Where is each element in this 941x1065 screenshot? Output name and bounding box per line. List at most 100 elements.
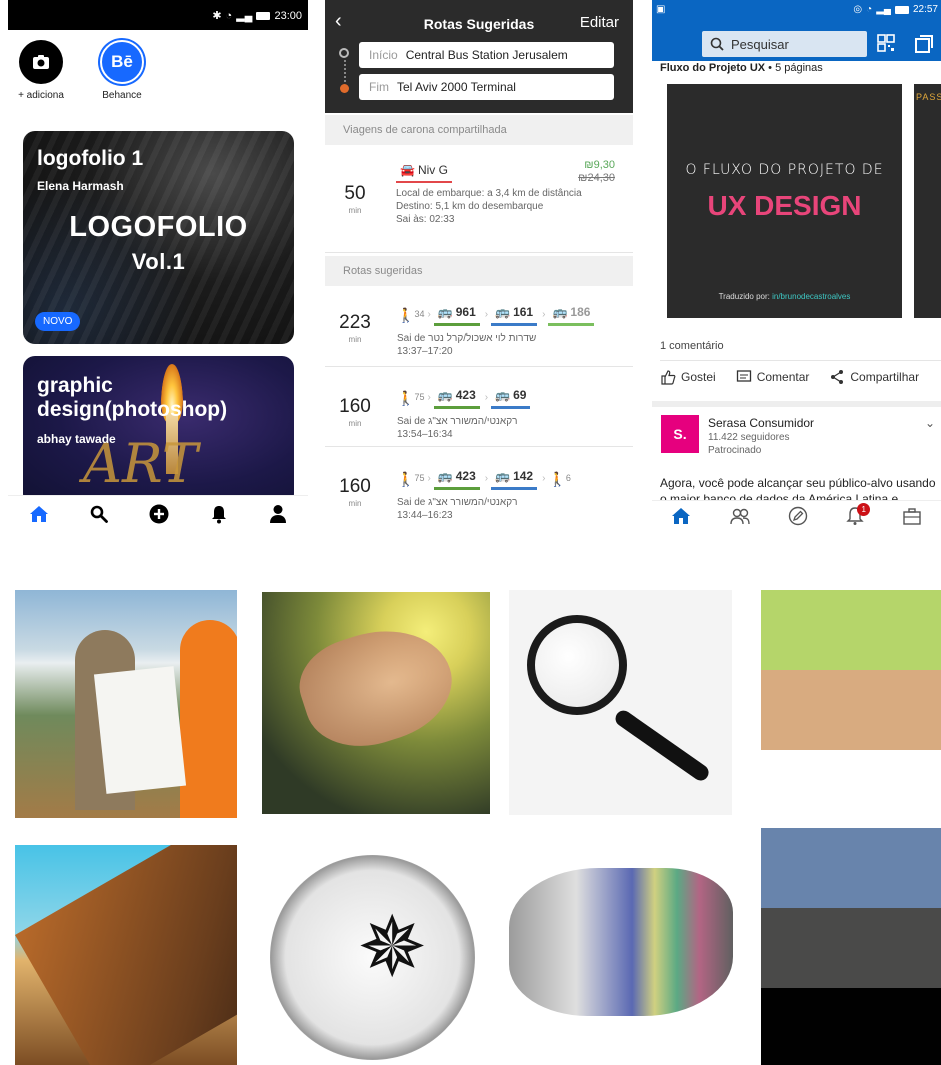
- bus-line-badge: 🚌 69: [491, 387, 531, 409]
- app-header: ▣ ◎ ◔ ▂▄ 22:57 Pesquisar: [652, 0, 941, 61]
- document-pages: • 5 páginas: [765, 62, 823, 74]
- rideshare-operator: 🚘 Niv G: [396, 161, 452, 183]
- chevron-right-icon: ›: [484, 392, 489, 404]
- original-price: ₪24,30: [578, 172, 615, 184]
- behance-story[interactable]: Bē Behance: [92, 40, 152, 101]
- feed-divider: [652, 401, 941, 407]
- bluetooth-icon: ✱: [212, 10, 222, 22]
- project-author: abhay tawade: [37, 432, 116, 446]
- search-placeholder: Pesquisar: [731, 36, 789, 52]
- qr-code-icon[interactable]: [876, 33, 896, 53]
- duration-unit: min: [348, 335, 362, 344]
- route-option[interactable]: 160 min 🚶 75 › 🚌 423 › 🚌 142 › 🚶 6 Sai de רק…: [325, 450, 633, 530]
- document-title: Fluxo do Projeto UX: [660, 62, 766, 74]
- new-badge: NOVO: [35, 312, 81, 331]
- bus-icon: 🚌: [437, 469, 453, 483]
- discounted-price: ₪9,30: [584, 159, 615, 171]
- slide-credit: Traduzido por: in/brunodecastroalves: [718, 292, 851, 301]
- duration-unit: min: [348, 499, 362, 508]
- search-input[interactable]: Pesquisar: [702, 31, 867, 57]
- bus-line-badge: 🚌 142: [491, 468, 538, 490]
- linkedin-app-screenshot: ▣ ◎ ◔ ▂▄ 22:57 Pesquisar Fluxo do Projet…: [652, 0, 941, 530]
- comment-count[interactable]: 1 comentário: [660, 340, 724, 352]
- walk-icon: 🚶: [397, 389, 415, 406]
- chevron-right-icon: ›: [427, 473, 431, 485]
- document-slide[interactable]: O FLUXO DO PROJETO DE UX DESIGN Traduzid…: [667, 84, 902, 318]
- trip-duration: 160: [339, 476, 371, 497]
- duration-unit: min: [348, 206, 362, 215]
- project-title: graphic design(photoshop): [37, 374, 228, 421]
- like-button[interactable]: Gostei: [660, 369, 716, 385]
- routes-section-header: Rotas sugeridas: [325, 256, 633, 286]
- bus-line-badge: 🚌 423: [433, 387, 480, 409]
- start-location-field[interactable]: Início Central Bus Station Jerusalem: [359, 42, 614, 68]
- bus-icon: 🚌: [495, 305, 511, 319]
- signal-icon: ▂▄: [236, 10, 253, 22]
- paper-map: [93, 666, 187, 794]
- notifications-icon[interactable]: 1: [846, 502, 871, 526]
- cover-text-vol: Vol.1: [131, 249, 186, 274]
- compose-icon[interactable]: [788, 506, 808, 526]
- hikers-map-photo: [15, 590, 237, 818]
- behance-story-label: Behance: [102, 90, 142, 101]
- climbers-helping-photo: [15, 845, 237, 1065]
- add-story-label: + adiciona: [18, 90, 64, 101]
- chevron-right-icon: ›: [542, 473, 546, 485]
- messages-icon[interactable]: [914, 34, 934, 54]
- project-card-graphic-design[interactable]: ART graphic design(photoshop) abhay tawa…: [23, 356, 294, 506]
- bell-icon[interactable]: [210, 504, 228, 524]
- bottom-navigation: [8, 495, 308, 530]
- departure-stop: Sai de שדרות לוי אשכול/קרל נטר: [397, 332, 537, 344]
- rideshare-option[interactable]: 50 min 🚘 Niv G Local de embarque: a 3,4 …: [325, 145, 633, 253]
- jobs-icon[interactable]: [902, 507, 922, 525]
- bus-icon: 🚌: [437, 388, 453, 402]
- profile-icon[interactable]: [269, 504, 287, 524]
- magnifying-glass-photo: [509, 590, 732, 815]
- walk-minutes: 75: [414, 472, 425, 483]
- hiker-figure: [180, 620, 237, 818]
- next-slide-preview[interactable]: PASS: [914, 84, 941, 318]
- color-swatch: [761, 988, 941, 1065]
- comment-button[interactable]: Comentar: [736, 369, 809, 385]
- end-point-icon: [340, 84, 349, 93]
- status-bar: ▣ ◎ ◔ ▂▄ 22:57: [652, 0, 941, 20]
- gallery-icon: ▣: [656, 4, 666, 15]
- trip-duration: 160: [339, 396, 371, 417]
- bus-icon: 🚌: [495, 388, 511, 402]
- walk-minutes: 75: [414, 391, 425, 402]
- magnifier-lens: [527, 615, 627, 715]
- home-icon[interactable]: [29, 505, 49, 523]
- route-option[interactable]: 160 min 🚶 75 › 🚌 423 › 🚌 69 Sai de רקאנטי/ה…: [325, 370, 633, 447]
- magnifier-handle: [612, 707, 712, 784]
- operator-name: Niv G: [417, 163, 448, 177]
- start-field-value: Central Bus Station Jerusalem: [405, 48, 568, 62]
- status-time: 22:57: [912, 4, 938, 15]
- company-logo[interactable]: S.: [661, 415, 699, 453]
- search-icon[interactable]: [90, 505, 108, 523]
- walk-minutes: 34: [414, 308, 425, 319]
- company-name[interactable]: Serasa Consumidor: [708, 416, 814, 430]
- chevron-down-icon[interactable]: ⌄: [925, 416, 935, 430]
- share-button[interactable]: Compartilhar: [829, 369, 919, 385]
- end-location-field[interactable]: Fim Tel Aviv 2000 Terminal: [359, 74, 614, 100]
- behance-app-screenshot: ✱ ◔ ▂▄ 23:00 + adiciona Bē Behance logof…: [8, 0, 308, 530]
- network-icon[interactable]: [729, 507, 751, 525]
- home-icon[interactable]: [671, 507, 691, 525]
- behance-logo: Bē: [100, 40, 144, 84]
- project-card-logofolio[interactable]: logofolio 1 Elena Harmash LOGOFOLIO Vol.…: [23, 131, 294, 344]
- bus-icon: 🚌: [495, 469, 511, 483]
- route-header: ‹ Rotas Sugeridas Editar Início Central …: [325, 0, 633, 113]
- add-icon[interactable]: [149, 504, 169, 524]
- open-hand-photo: [262, 592, 490, 814]
- edit-button[interactable]: Editar: [580, 14, 619, 31]
- signal-icon: ▂▄: [876, 4, 891, 15]
- route-option[interactable]: 223 min 🚶 34 › 🚌 961 › 🚌 161 › 🚌 186 Sai de …: [325, 290, 633, 367]
- divider: [660, 360, 941, 361]
- walk-icon: 🚶: [397, 306, 415, 323]
- camera-icon: [19, 40, 63, 84]
- chevron-right-icon: ›: [542, 309, 546, 321]
- project-author: Elena Harmash: [37, 179, 124, 193]
- add-story-button[interactable]: + adiciona: [11, 40, 71, 101]
- route-legs: 🚶 34 › 🚌 961 › 🚌 161 › 🚌 186: [397, 304, 596, 326]
- sync-icon: ◎: [853, 4, 863, 15]
